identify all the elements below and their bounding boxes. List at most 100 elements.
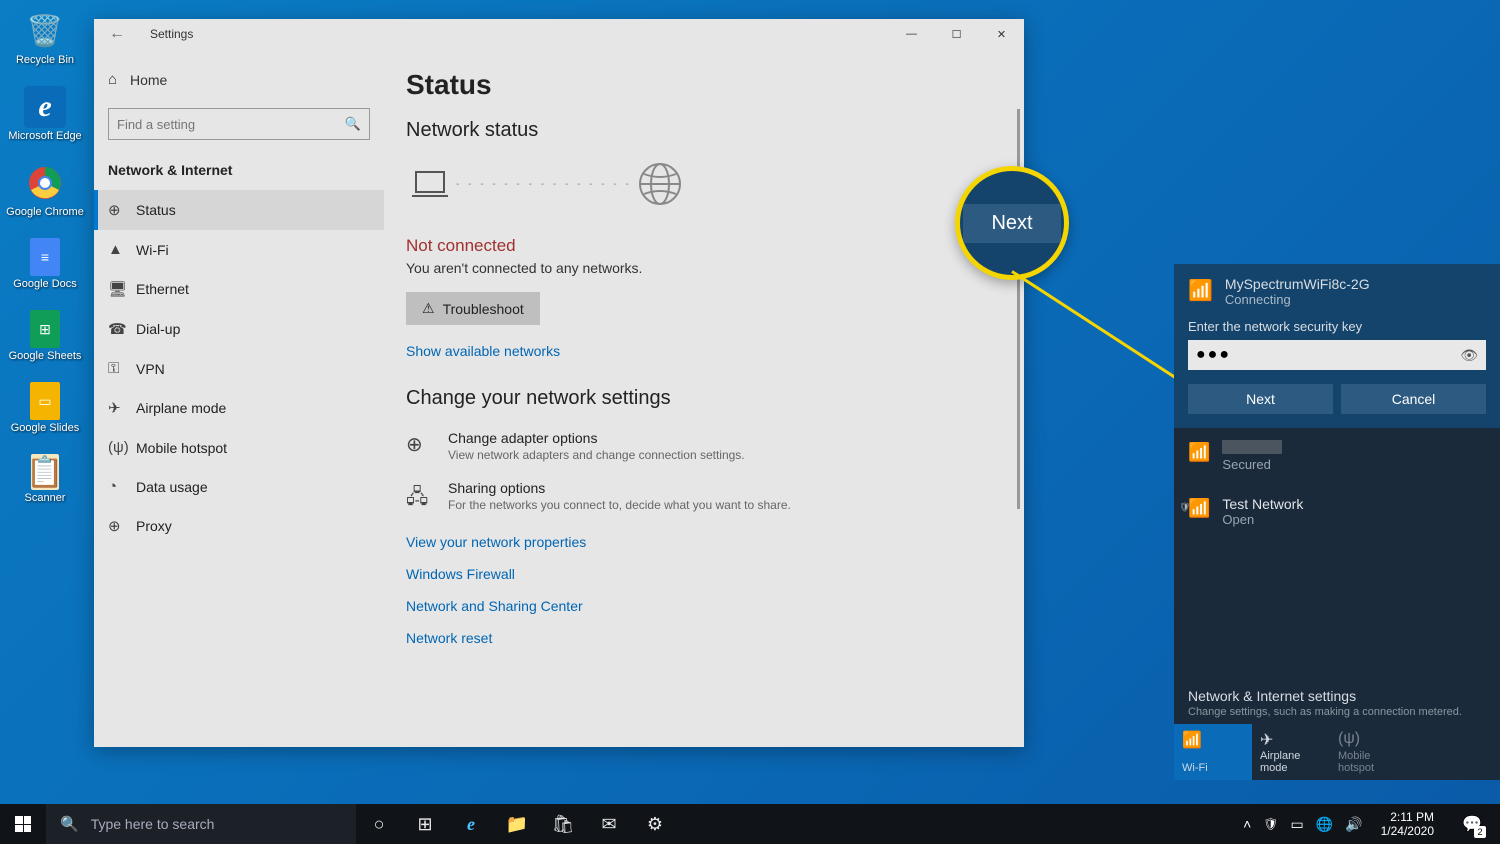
tray-chevron-icon[interactable]: ˄ [1243,816,1251,832]
wifi-icon: 📶 [1188,278,1213,303]
taskbar-search[interactable]: 🔍 Type here to search [46,804,356,844]
nav-item-dial-up[interactable]: ☎Dial-up [94,309,384,349]
desktop-icon-scanner[interactable]: 📋Scanner [0,454,90,504]
password-field[interactable]: 👁 [1188,340,1486,370]
callout-label: Next [963,204,1060,243]
next-button[interactable]: Next [1188,384,1333,414]
nav-item-wi-fi[interactable]: ▲Wi-Fi [94,230,384,269]
tile-label: Mobile hotspot [1338,750,1400,774]
nav-item-airplane-mode[interactable]: ✈Airplane mode [94,388,384,428]
notification-badge: 2 [1474,826,1486,838]
search-input[interactable] [117,117,345,132]
network-item-secured[interactable]: 📶 Secured [1174,428,1500,484]
flyout-settings-desc: Change settings, such as making a connec… [1188,706,1486,718]
not-connected-desc: You aren't connected to any networks. [406,260,1024,276]
nav-item-ethernet[interactable]: 🖥Ethernet [94,269,384,309]
tile-label: Airplane mode [1260,750,1322,774]
settings-search[interactable]: 🔍 [108,108,370,140]
network-name: Test Network [1222,496,1303,512]
cancel-button[interactable]: Cancel [1341,384,1486,414]
task-view-icon[interactable]: ⊞ [402,804,448,844]
desktop-icon-chrome[interactable]: Google Chrome [0,162,90,218]
tile-wifi[interactable]: 📶Wi-Fi [1174,724,1252,780]
reveal-password-icon[interactable]: 👁 [1460,347,1478,364]
link-network-reset[interactable]: Network reset [406,630,1024,646]
desktop-label: Google Slides [11,422,80,434]
desktop-icon-slides[interactable]: ▭ Google Slides [0,382,90,434]
sharing-options[interactable]: 🖧 Sharing options For the networks you c… [406,480,1024,516]
not-connected-heading: Not connected [406,236,1024,256]
network-name: MySpectrumWiFi8c-2G [1225,276,1370,292]
tray-volume-icon[interactable]: 🔊 [1345,816,1362,833]
troubleshoot-button[interactable]: ⚠ Troubleshoot [406,292,540,325]
callout-line [1011,270,1197,392]
nav-icon: (ψ) [108,439,136,456]
option-desc: For the networks you connect to, decide … [448,498,791,512]
action-center-icon[interactable]: 💬2 [1452,804,1492,844]
slides-icon: ▭ [30,382,60,420]
main-content: Status Network status - - - - - - - - - … [384,49,1024,747]
start-button[interactable] [0,804,46,844]
network-status: Secured [1222,457,1282,472]
desktop-label: Microsoft Edge [8,130,81,142]
back-button[interactable]: ← [109,25,125,43]
desktop-icon-recycle-bin[interactable]: 🗑️Recycle Bin [0,10,90,66]
edge-icon: e [24,86,66,128]
tray-network-icon[interactable]: 🌐 [1316,816,1333,833]
tile-hotspot[interactable]: (ψ)Mobile hotspot [1330,724,1408,780]
nav-item-proxy[interactable]: ⊕Proxy [94,506,384,546]
nav-icon: ⚿ [108,360,136,377]
desktop-icon-sheets[interactable]: ⊞ Google Sheets [0,310,90,362]
network-item-test[interactable]: 🛡📶 Test Network Open [1174,484,1500,539]
nav-icon: ⊕ [108,517,136,535]
settings-window: ← Settings — ☐ ✕ ⌂ Home 🔍 Network & Inte… [94,19,1024,747]
maximize-button[interactable]: ☐ [934,19,979,49]
flyout-settings-link[interactable]: Network & Internet settings Change setti… [1174,676,1500,724]
option-desc: View network adapters and change connect… [448,448,745,462]
tray-battery-icon[interactable]: ▭ [1291,816,1304,833]
password-input[interactable] [1196,346,1460,364]
nav-item-mobile-hotspot[interactable]: (ψ)Mobile hotspot [94,428,384,467]
section-heading: Network status [406,119,1024,142]
link-view-your-network-properties[interactable]: View your network properties [406,534,1024,550]
mail-icon[interactable]: ✉ [586,804,632,844]
search-icon: 🔍 [60,815,79,833]
desktop-label: Google Chrome [6,206,84,218]
desktop-label: Recycle Bin [16,54,74,66]
titlebar[interactable]: ← Settings — ☐ ✕ [94,19,1024,49]
link-windows-firewall[interactable]: Windows Firewall [406,566,1024,582]
cortana-icon[interactable]: ○ [356,804,402,844]
settings-taskbar-icon[interactable]: ⚙ [632,804,678,844]
desktop-icon-edge[interactable]: e Microsoft Edge [0,86,90,142]
taskbar-clock[interactable]: 2:11 PM 1/24/2020 [1375,810,1440,838]
search-icon: 🔍 [345,116,361,132]
home-link[interactable]: ⌂ Home [94,61,384,98]
sidebar: ⌂ Home 🔍 Network & Internet ⊕Status▲Wi-F… [94,49,384,747]
adapter-options[interactable]: ⊕ Change adapter options View network ad… [406,430,1024,462]
nav-item-vpn[interactable]: ⚿VPN [94,349,384,388]
nav-icon: ▲ [108,241,136,258]
laptop-icon [410,170,450,198]
sheets-icon: ⊞ [30,310,60,348]
nav-label: Proxy [136,518,172,534]
desktop: 🗑️Recycle Bin e Microsoft Edge Google Chr… [0,0,90,524]
show-networks-link[interactable]: Show available networks [406,343,1024,359]
store-icon[interactable]: 🛍 [540,804,586,844]
close-button[interactable]: ✕ [979,19,1024,49]
nav-label: Airplane mode [136,400,226,416]
nav-item-status[interactable]: ⊕Status [94,190,384,230]
minimize-button[interactable]: — [889,19,934,49]
home-icon: ⌂ [108,71,130,88]
scanner-icon: 📋 [31,454,59,490]
edge-taskbar-icon[interactable]: e [448,804,494,844]
explorer-icon[interactable]: 📁 [494,804,540,844]
wifi-icon: 🛡📶 [1188,498,1210,519]
link-network-and-sharing-center[interactable]: Network and Sharing Center [406,598,1024,614]
flyout-settings-title: Network & Internet settings [1188,688,1486,704]
tile-airplane[interactable]: ✈Airplane mode [1252,724,1330,780]
desktop-label: Google Sheets [9,350,82,362]
tile-label: Wi-Fi [1182,762,1244,774]
tray-security-icon[interactable]: 🛡 [1263,817,1278,831]
nav-item-data-usage[interactable]: ◔Data usage [94,467,384,506]
desktop-icon-docs[interactable]: ≡Google Docs [0,238,90,290]
